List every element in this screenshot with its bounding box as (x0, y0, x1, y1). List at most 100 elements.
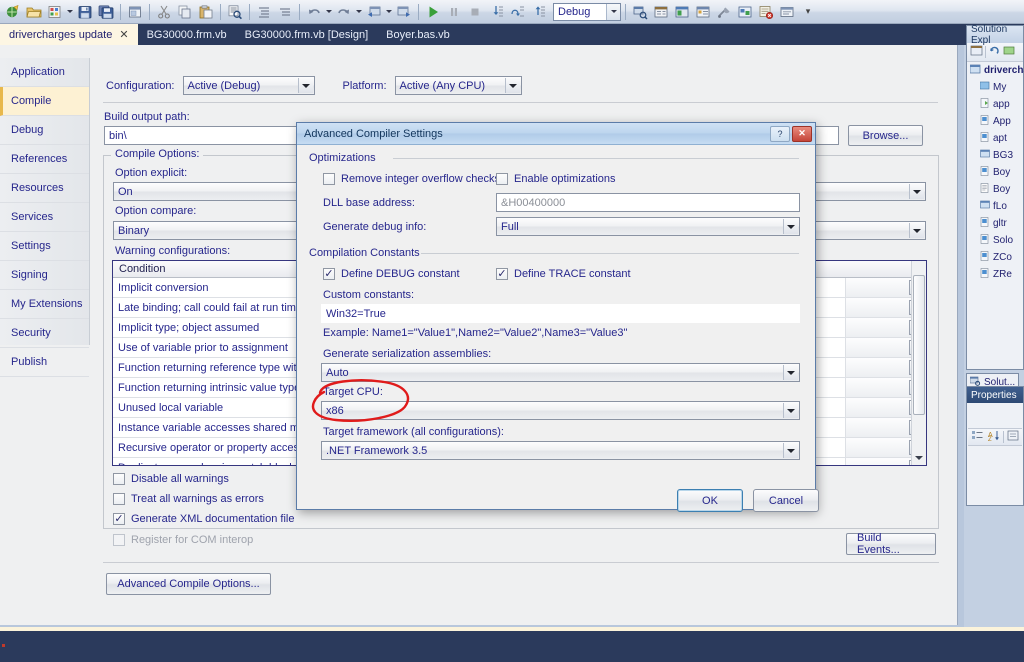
chevron-down-icon[interactable] (783, 365, 798, 380)
navigate-backward-dropdown-icon[interactable] (385, 2, 393, 22)
tree-item-apt[interactable]: apt (967, 130, 1023, 147)
alphabetical-icon[interactable]: AZ (987, 429, 1000, 445)
remove-overflow-checks-checkbox[interactable]: Remove integer overflow checks (323, 173, 500, 185)
checkbox-box[interactable] (113, 473, 125, 485)
category-application[interactable]: Application (0, 58, 89, 87)
define-trace-constant-checkbox[interactable]: Define TRACE constant (496, 268, 631, 280)
properties-window-icon[interactable] (651, 2, 671, 22)
target-framework-combo[interactable]: .NET Framework 3.5 (321, 441, 800, 460)
tree-item-gltr[interactable]: gltr (967, 215, 1023, 232)
category-references[interactable]: References (0, 145, 89, 174)
start-debugging-icon[interactable] (423, 2, 443, 22)
chevron-down-icon[interactable] (783, 443, 798, 458)
navigate-forward-icon[interactable] (394, 2, 414, 22)
cancel-button[interactable]: Cancel (753, 489, 819, 512)
tree-item-boy2[interactable]: Boy (967, 181, 1023, 198)
toolbar-overflow-icon[interactable]: ▾ (798, 2, 818, 22)
chevron-down-icon[interactable] (297, 78, 313, 93)
tree-item-boy1[interactable]: Boy (967, 164, 1023, 181)
output-window-icon[interactable] (777, 2, 797, 22)
category-my-extensions[interactable]: My Extensions (0, 290, 89, 319)
configuration-combo[interactable]: Active (Debug) (182, 76, 315, 95)
chevron-down-icon[interactable] (909, 184, 924, 199)
dll-base-address-input[interactable]: &H00400000 (496, 193, 800, 212)
tree-item-bg3[interactable]: BG3 (967, 147, 1023, 164)
close-icon[interactable]: ✕ (119, 28, 128, 41)
category-services[interactable]: Services (0, 203, 89, 232)
toolbox-icon[interactable] (672, 2, 692, 22)
tree-item-flo[interactable]: fLo (967, 198, 1023, 215)
dialog-title-bar[interactable]: Advanced Compiler Settings ? ✕ (297, 123, 815, 145)
grid-scrollbar[interactable] (911, 261, 926, 465)
custom-constants-input[interactable]: Win32=True (321, 304, 800, 323)
checkbox-box[interactable] (496, 268, 508, 280)
build-events-button[interactable]: Build Events... (846, 532, 936, 556)
category-security[interactable]: Security (0, 319, 89, 348)
tree-item-zre[interactable]: ZRe (967, 266, 1023, 283)
category-signing[interactable]: Signing (0, 261, 89, 290)
paste-icon[interactable] (196, 2, 216, 22)
tab-boyer-bas-vb[interactable]: Boyer.bas.vb (377, 24, 459, 45)
tab-drivercharges-update[interactable]: drivercharges update ✕ (0, 24, 138, 45)
tree-item-solo[interactable]: Solo (967, 232, 1023, 249)
chevron-down-icon[interactable] (783, 219, 798, 234)
tools-icon[interactable] (714, 2, 734, 22)
chevron-down-icon[interactable] (606, 3, 620, 20)
enable-optimizations-checkbox[interactable]: Enable optimizations (496, 173, 616, 185)
treat-warnings-as-errors-checkbox[interactable]: Treat all warnings as errors (113, 493, 264, 505)
define-debug-constant-checkbox[interactable]: Define DEBUG constant (323, 268, 460, 280)
scrollbar-thumb[interactable] (913, 275, 925, 415)
find-icon[interactable] (225, 2, 245, 22)
properties-page-icon[interactable] (1007, 429, 1020, 445)
comment-icon[interactable] (254, 2, 274, 22)
generate-xml-doc-checkbox[interactable]: Generate XML documentation file (113, 513, 294, 525)
class-view-icon[interactable] (735, 2, 755, 22)
help-button[interactable]: ? (770, 125, 790, 142)
navigate-backward-icon[interactable] (364, 2, 384, 22)
undo-dropdown-icon[interactable] (325, 2, 333, 22)
platform-combo[interactable]: Active (Any CPU) (394, 76, 522, 95)
open-file-icon[interactable] (24, 2, 44, 22)
categorized-icon[interactable] (971, 429, 984, 445)
add-new-item-icon[interactable] (45, 2, 65, 22)
object-browser-icon[interactable] (693, 2, 713, 22)
checkbox-box[interactable] (113, 513, 125, 525)
tab-bg30000-frm-vb-design[interactable]: BG30000.frm.vb [Design] (236, 24, 378, 45)
redo-dropdown-icon[interactable] (355, 2, 363, 22)
show-all-files-icon[interactable] (1003, 44, 1016, 60)
properties-icon[interactable] (970, 44, 983, 60)
category-resources[interactable]: Resources (0, 174, 89, 203)
solution-root-node[interactable]: drivercha (967, 62, 1024, 79)
step-out-icon[interactable] (528, 2, 548, 22)
category-debug[interactable]: Debug (0, 116, 89, 145)
solution-explorer-icon[interactable] (630, 2, 650, 22)
checkbox-box[interactable] (113, 493, 125, 505)
tree-item-my[interactable]: My (967, 79, 1023, 96)
copy-icon[interactable] (175, 2, 195, 22)
advanced-compile-options-button[interactable]: Advanced Compile Options... (106, 573, 271, 595)
new-project-icon[interactable] (3, 2, 23, 22)
checkbox-box[interactable] (323, 268, 335, 280)
browse-button[interactable]: Browse... (848, 125, 923, 146)
generate-debug-info-combo[interactable]: Full (496, 217, 800, 236)
solution-configuration-combo[interactable]: Debug (553, 2, 621, 21)
tree-item-app2[interactable]: App (967, 113, 1023, 130)
chevron-down-icon[interactable] (909, 223, 924, 238)
chevron-down-icon[interactable] (504, 78, 520, 93)
save-icon[interactable] (75, 2, 95, 22)
category-settings[interactable]: Settings (0, 232, 89, 261)
add-new-item-dropdown-icon[interactable] (66, 2, 74, 22)
disable-all-warnings-checkbox[interactable]: Disable all warnings (113, 473, 229, 485)
uncomment-icon[interactable] (275, 2, 295, 22)
chevron-down-icon[interactable] (783, 403, 798, 418)
checkbox-box[interactable] (496, 173, 508, 185)
serialization-assemblies-combo[interactable]: Auto (321, 363, 800, 382)
stop-icon[interactable] (465, 2, 485, 22)
step-into-icon[interactable] (486, 2, 506, 22)
checkbox-box[interactable] (323, 173, 335, 185)
save-all-icon[interactable] (96, 2, 116, 22)
scroll-down-icon[interactable] (912, 451, 926, 465)
undo-icon[interactable] (304, 2, 324, 22)
error-list-icon[interactable] (756, 2, 776, 22)
toggle-window-icon[interactable] (125, 2, 145, 22)
